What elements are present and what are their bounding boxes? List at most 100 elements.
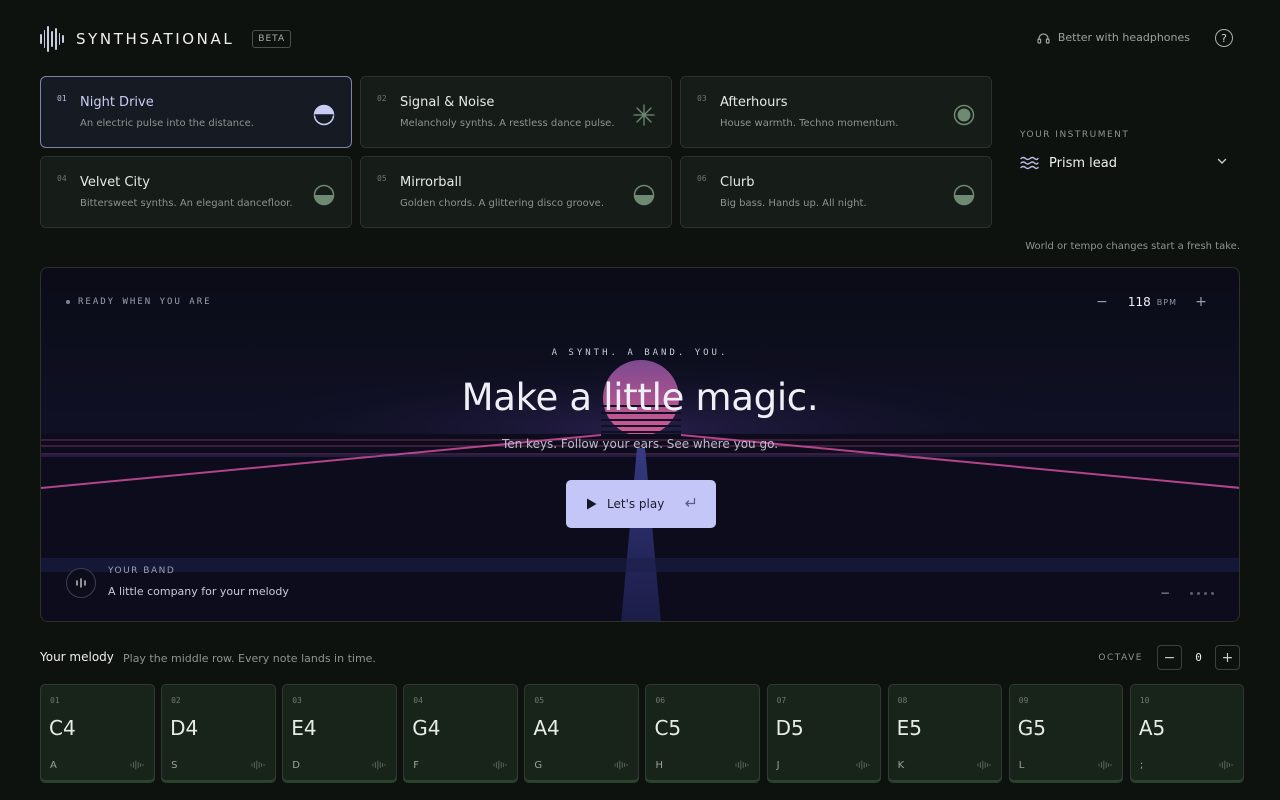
world-name: Clurb xyxy=(720,175,755,190)
beta-badge: BETA xyxy=(252,30,292,48)
melody-key[interactable]: 06 C5 H xyxy=(645,684,760,783)
status-dot xyxy=(66,300,70,304)
key-number: 03 xyxy=(292,696,302,705)
key-note: D5 xyxy=(775,716,804,740)
band-toggle-button[interactable] xyxy=(66,568,96,598)
melody-key[interactable]: 01 C4 A xyxy=(40,684,155,783)
key-note: D4 xyxy=(170,716,199,740)
melody-key[interactable]: 09 G5 L xyxy=(1008,684,1124,783)
key-note: G5 xyxy=(1017,716,1046,740)
target-circle-icon xyxy=(953,104,975,126)
world-card-signal-noise[interactable]: 02 Signal & Noise Melancholy synths. A r… xyxy=(360,76,672,148)
world-number: 03 xyxy=(697,94,707,103)
key-shortcut: K xyxy=(897,760,905,771)
waveform-icon xyxy=(614,760,628,770)
key-note: E5 xyxy=(896,716,923,740)
octave-decrease-button[interactable]: − xyxy=(1157,645,1182,670)
tempo-decrease-button[interactable]: − xyxy=(1094,294,1110,310)
octave-value: 0 xyxy=(1195,651,1202,664)
question-icon: ? xyxy=(1221,31,1227,45)
world-card-afterhours[interactable]: 03 Afterhours House warmth. Techno momen… xyxy=(680,76,992,148)
half-circle-icon xyxy=(953,184,975,206)
key-number: 06 xyxy=(655,696,666,705)
waveform-icon xyxy=(1219,760,1233,770)
waveform-icon xyxy=(372,760,386,770)
melody-key[interactable]: 03 E4 D xyxy=(282,684,397,783)
melody-key[interactable]: 04 G4 F xyxy=(403,684,518,783)
band-bars-icon xyxy=(76,578,86,588)
waveform-icon xyxy=(130,760,143,770)
melody-title: Your melody xyxy=(40,650,114,664)
octave-label: OCTAVE xyxy=(1098,652,1143,663)
key-note: G4 xyxy=(412,716,441,740)
tempo-unit: BPM xyxy=(1156,297,1177,307)
play-icon xyxy=(587,498,597,510)
melody-subtitle: Play the middle row. Every note lands in… xyxy=(123,652,376,665)
melody-key[interactable]: 02 D4 S xyxy=(161,684,276,783)
key-note: E4 xyxy=(291,716,317,740)
world-name: Afterhours xyxy=(720,95,788,110)
melody-key[interactable]: 10 A5 ; xyxy=(1129,684,1245,783)
band-controls: − xyxy=(1160,586,1214,600)
chevron-down-icon xyxy=(1217,158,1227,164)
world-description: House warmth. Techno momentum. xyxy=(720,118,899,129)
key-number: 04 xyxy=(413,696,423,705)
half-circle-icon xyxy=(313,184,335,206)
help-button[interactable]: ? xyxy=(1215,29,1233,47)
world-name: Night Drive xyxy=(80,95,154,110)
headphones-label: Better with headphones xyxy=(1057,31,1190,44)
stage-panel: READY WHEN YOU ARE − 118 BPM + A SYNTH. … xyxy=(40,267,1240,622)
waveform-icon xyxy=(251,760,265,770)
tempo-control: − 118 BPM + xyxy=(1094,294,1209,310)
instrument-select[interactable]: Prism lead xyxy=(1020,153,1234,173)
half-circle-icon xyxy=(633,184,655,206)
octave-control: OCTAVE − 0 + xyxy=(1098,645,1240,670)
world-card-night-drive[interactable]: 01 Night Drive An electric pulse into th… xyxy=(40,76,352,148)
key-note: C5 xyxy=(654,716,682,740)
waveform-logo-icon xyxy=(40,26,65,52)
half-circle-icon xyxy=(313,104,335,126)
key-number: 02 xyxy=(171,696,181,705)
fresh-take-note: World or tempo changes start a fresh tak… xyxy=(1025,241,1240,252)
key-number: 05 xyxy=(534,696,545,705)
world-number: 01 xyxy=(57,94,67,103)
melody-key[interactable]: 08 E5 K xyxy=(887,684,1003,783)
world-selector: 01 Night Drive An electric pulse into th… xyxy=(40,76,992,228)
app-name: SYNTHSATIONAL xyxy=(76,30,235,48)
key-shortcut: S xyxy=(171,760,178,771)
world-name: Velvet City xyxy=(80,175,150,190)
headphones-icon xyxy=(1037,32,1050,44)
world-number: 02 xyxy=(377,94,387,103)
instrument-label: YOUR INSTRUMENT xyxy=(1020,130,1130,140)
band-label: YOUR BAND xyxy=(108,566,176,576)
instrument-name: Prism lead xyxy=(1049,155,1117,171)
band-decrease-button[interactable]: − xyxy=(1160,586,1170,600)
melody-key[interactable]: 07 D5 J xyxy=(766,684,882,783)
world-description: Melancholy synths. A restless dance puls… xyxy=(400,118,615,129)
world-card-clurb[interactable]: 06 Clurb Big bass. Hands up. All night. xyxy=(680,156,992,228)
melody-key[interactable]: 05 A4 G xyxy=(524,684,639,783)
band-level-dots xyxy=(1190,591,1214,595)
world-number: 05 xyxy=(377,174,387,183)
key-note: A4 xyxy=(533,716,560,740)
key-number: 08 xyxy=(897,696,908,705)
world-card-velvet-city[interactable]: 04 Velvet City Bittersweet synths. An el… xyxy=(40,156,352,228)
key-number: 01 xyxy=(50,696,60,705)
world-name: Mirrorball xyxy=(400,175,462,190)
waveform-icon xyxy=(493,760,507,770)
lets-play-button[interactable]: Let's play xyxy=(566,480,716,528)
tempo-increase-button[interactable]: + xyxy=(1193,294,1209,310)
enter-key-icon xyxy=(685,497,696,507)
key-note: C4 xyxy=(49,716,76,740)
app-logo[interactable]: SYNTHSATIONAL BETA xyxy=(40,26,292,52)
key-number: 07 xyxy=(776,696,787,705)
key-shortcut: H xyxy=(655,760,663,771)
stage-headline: Make a little magic. xyxy=(461,376,819,419)
status-text: READY WHEN YOU ARE xyxy=(78,297,212,307)
world-card-mirrorball[interactable]: 05 Mirrorball Golden chords. A glitterin… xyxy=(360,156,672,228)
waveform-icon xyxy=(856,760,870,770)
octave-increase-button[interactable]: + xyxy=(1215,645,1240,670)
tempo-value: 118 xyxy=(1127,295,1151,309)
world-description: Bittersweet synths. An elegant dancefloo… xyxy=(80,198,293,209)
world-description: Golden chords. A glittering disco groove… xyxy=(400,198,604,209)
